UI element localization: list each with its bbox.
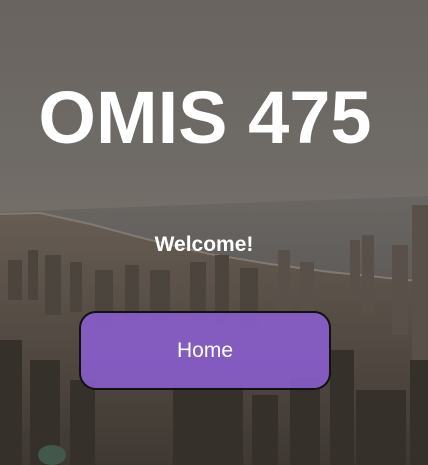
- page-title: OMIS 475: [38, 76, 372, 159]
- home-button[interactable]: Home: [79, 311, 331, 390]
- page: OMIS 475 Welcome! Home: [0, 0, 428, 465]
- welcome-heading: Welcome!: [154, 233, 254, 256]
